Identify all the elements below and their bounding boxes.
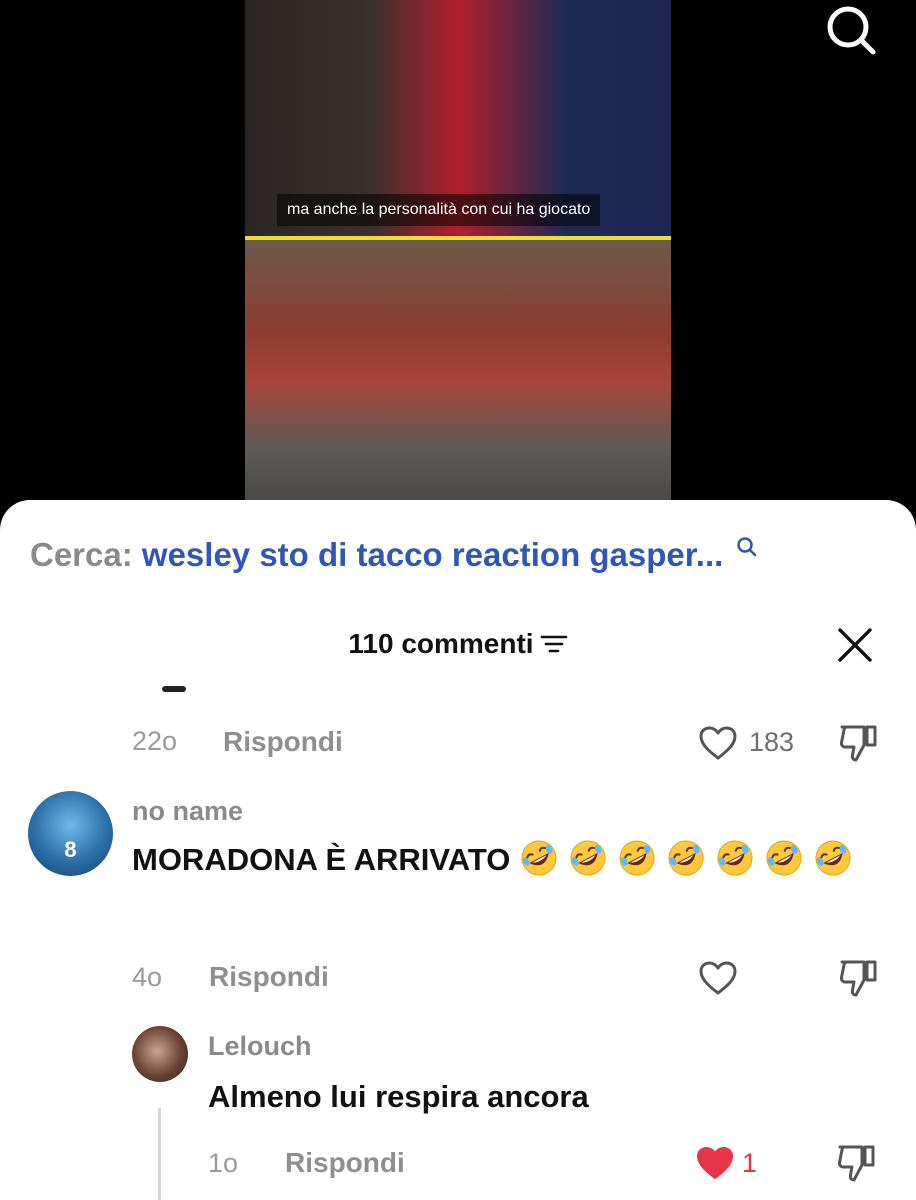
video-frame[interactable]: ma anche la personalità con cui ha gioca… [245, 0, 671, 500]
stadium-clip [245, 240, 671, 500]
video-subtitle: ma anche la personalità con cui ha gioca… [277, 194, 601, 226]
dislike-icon [839, 960, 877, 997]
heart-icon [699, 726, 737, 760]
dislike-button[interactable] [836, 1143, 878, 1183]
rolling-on-floor-laughing-emoji [570, 840, 606, 876]
like-button[interactable] [695, 1145, 735, 1181]
rolling-on-floor-laughing-emoji [815, 840, 851, 876]
like-count: 183 [749, 727, 795, 757]
search-suggestion-query[interactable]: wesley sto di tacco reaction gasper... [142, 536, 723, 573]
like-button[interactable] [698, 725, 738, 761]
reply-button[interactable]: Rispondi [285, 1147, 405, 1179]
comment-username[interactable]: no name [132, 796, 243, 827]
reply-thread-line [158, 1108, 161, 1200]
comment-time: 4o [132, 962, 163, 992]
comment-text: Almeno lui respira ancora [208, 1079, 589, 1114]
reply-button[interactable]: Rispondi [223, 726, 343, 758]
comment-username[interactable]: Lelouch [208, 1031, 312, 1062]
comments-count: 110 commenti [348, 628, 534, 659]
avatar[interactable]: 8 [28, 791, 113, 876]
like-count: 1 [742, 1148, 758, 1178]
search-suggestion-label: Cerca: [30, 536, 133, 573]
rolling-on-floor-laughing-emoji [766, 840, 802, 876]
search-suggestion[interactable]: Cerca: wesley sto di tacco reaction gasp… [30, 536, 758, 574]
avatar-jersey-number: 8 [64, 837, 77, 862]
comment-time: 22o [132, 726, 178, 756]
clipped-comment-text [162, 686, 186, 692]
heart-icon [699, 961, 737, 995]
dislike-button[interactable] [838, 958, 880, 998]
comment-time: 1o [208, 1148, 239, 1178]
search-button[interactable] [820, 2, 884, 58]
rolling-on-floor-laughing-emoji [717, 840, 753, 876]
close-icon [838, 628, 872, 662]
dislike-icon [837, 1145, 875, 1182]
reply-button[interactable]: Rispondi [209, 961, 329, 993]
heart-icon [697, 1147, 733, 1179]
close-button[interactable] [836, 626, 874, 664]
avatar[interactable] [132, 1026, 188, 1082]
dislike-icon [839, 725, 877, 762]
comment-text: MORADONA È ARRIVATO [132, 834, 892, 886]
dislike-button[interactable] [838, 723, 880, 763]
comment-body: MORADONA È ARRIVATO [132, 842, 511, 877]
video-player[interactable]: ma anche la personalità con cui ha gioca… [0, 0, 916, 520]
search-icon [827, 6, 876, 55]
rolling-on-floor-laughing-emoji [521, 840, 557, 876]
rolling-on-floor-laughing-emoji [668, 840, 704, 876]
comments-header[interactable]: 110 commenti [0, 628, 916, 660]
like-button[interactable] [698, 960, 738, 996]
search-icon [737, 537, 757, 557]
rolling-on-floor-laughing-emoji [619, 840, 655, 876]
sort-icon[interactable] [540, 633, 568, 655]
comments-sheet: Cerca: wesley sto di tacco reaction gasp… [0, 500, 916, 1200]
